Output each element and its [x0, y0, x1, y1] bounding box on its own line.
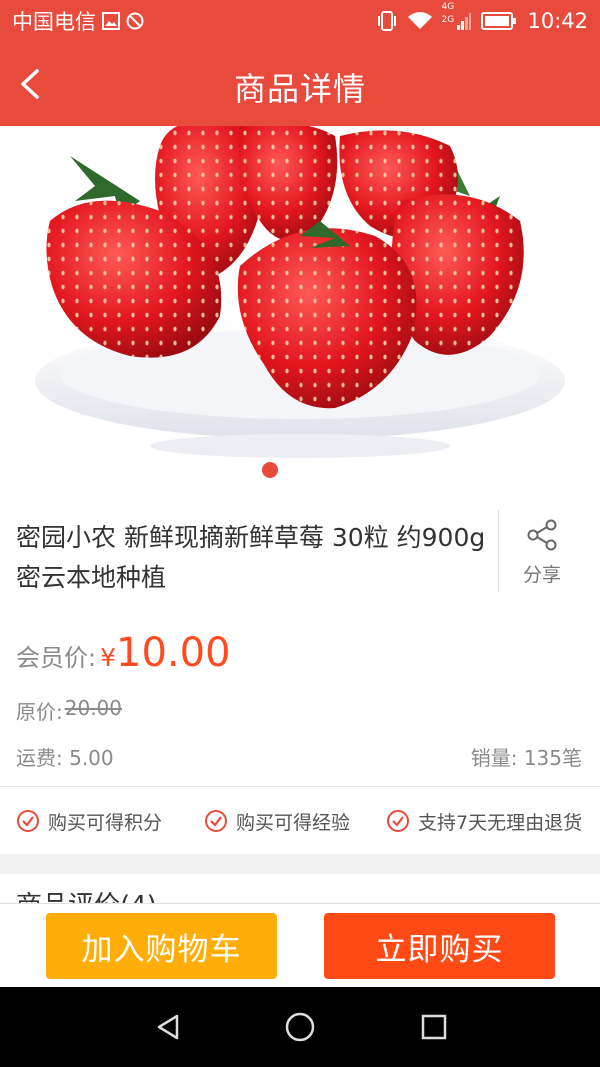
network-label: 4G	[441, 2, 455, 12]
guarantee-label: 购买可得积分	[48, 811, 163, 834]
guarantee-list: 购买可得积分 购买可得经验 支持7天无理由退货	[0, 788, 600, 854]
blocked-notification-icon	[126, 12, 144, 30]
clock: 10:42	[527, 9, 588, 33]
wifi-icon	[407, 11, 433, 31]
buy-now-button[interactable]: 立即购买	[324, 913, 555, 979]
price-value: 10.00	[116, 630, 231, 676]
check-circle-icon	[204, 809, 228, 833]
bottom-action-bar: 加入购物车 立即购买	[0, 903, 600, 987]
divider	[0, 786, 600, 787]
navigation-bar: 商品详情	[0, 42, 600, 126]
carousel-indicator[interactable]	[262, 462, 278, 478]
reviews-section-title[interactable]: 商品评价(4)	[16, 886, 157, 904]
circle-home-icon	[285, 1012, 315, 1042]
product-title-row: 密园小农 新鲜现摘新鲜草莓 30粒 约900g 密云本地种植 分享	[0, 508, 600, 600]
guarantee-item: 购买可得经验	[204, 808, 350, 835]
member-price-label: 会员价:	[16, 644, 97, 672]
status-bar: 中国电信 4G 2G 10:42	[0, 0, 600, 42]
section-separator	[0, 854, 600, 874]
check-circle-icon	[386, 809, 410, 833]
original-price-label: 原价:	[16, 700, 63, 724]
recents-nav-button[interactable]	[416, 1009, 452, 1045]
network-label-2: 2G	[441, 15, 455, 25]
guarantee-label: 购买可得经验	[236, 811, 351, 834]
original-price-value: 20.00	[64, 696, 123, 720]
original-price: 原价: 20.00	[16, 696, 122, 725]
share-icon	[527, 519, 557, 551]
back-nav-button[interactable]	[150, 1009, 186, 1045]
product-image-carousel[interactable]	[0, 126, 600, 493]
member-price: 会员价: ¥ 10.00	[16, 630, 231, 676]
sales-count: 销量: 135笔	[470, 746, 582, 770]
signal-icon: 4G 2G	[441, 3, 472, 31]
product-title: 密园小农 新鲜现摘新鲜草莓 30粒 约900g 密云本地种植	[16, 523, 486, 592]
triangle-back-icon	[157, 1014, 179, 1040]
home-nav-button[interactable]	[282, 1009, 318, 1045]
check-circle-icon	[16, 809, 40, 833]
share-button[interactable]: 分享	[502, 518, 582, 592]
guarantee-label: 支持7天无理由退货	[418, 811, 583, 834]
product-image	[0, 126, 600, 493]
shipping-fee: 运费: 5.00	[16, 746, 114, 770]
system-navigation-bar	[0, 987, 600, 1067]
share-label: 分享	[522, 564, 561, 586]
carrier-label: 中国电信	[12, 10, 96, 34]
guarantee-item: 购买可得积分	[16, 808, 162, 835]
divider	[498, 510, 499, 592]
image-notification-icon	[102, 12, 120, 30]
guarantee-item: 支持7天无理由退货	[386, 808, 582, 835]
vibrate-icon	[377, 10, 397, 32]
page-title: 商品详情	[233, 70, 366, 108]
square-recents-icon	[421, 1014, 447, 1040]
add-to-cart-button[interactable]: 加入购物车	[46, 913, 277, 979]
battery-icon	[481, 12, 517, 30]
currency-symbol: ¥	[100, 643, 116, 672]
